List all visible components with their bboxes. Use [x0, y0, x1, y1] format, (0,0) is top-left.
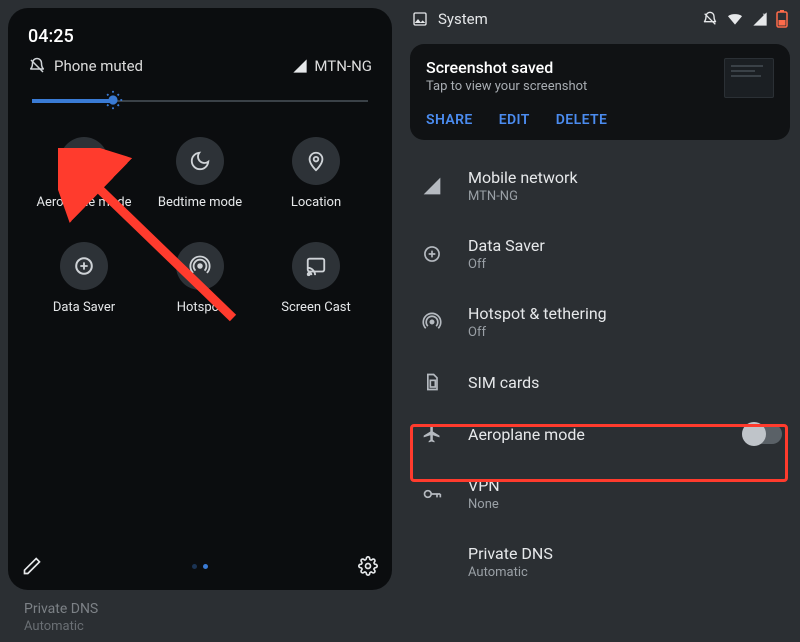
cast-icon: [305, 255, 327, 277]
tile-label: Aeroplane mode: [37, 195, 132, 210]
row-label: Mobile network: [468, 168, 782, 187]
row-data-saver[interactable]: Data Saver Off: [400, 220, 800, 288]
row-sub: Off: [468, 257, 782, 272]
plane-icon: [418, 424, 446, 444]
row-aeroplane-mode[interactable]: Aeroplane mode: [400, 408, 800, 460]
moon-icon: [189, 150, 211, 172]
wifi-icon: [726, 12, 744, 26]
notif-title: Screenshot saved: [426, 58, 587, 77]
row-label: Aeroplane mode: [468, 425, 720, 444]
picture-icon: [412, 11, 428, 27]
screenshot-notification[interactable]: Screenshot saved Tap to view your screen…: [410, 44, 790, 140]
screenshot-thumbnail[interactable]: [724, 58, 774, 98]
tile-screen-cast[interactable]: Screen Cast: [258, 242, 374, 315]
notif-subtitle: Tap to view your screenshot: [426, 79, 587, 94]
signal-icon: [292, 58, 308, 74]
tile-label: Hotspot: [177, 300, 224, 315]
settings-icon[interactable]: [358, 556, 378, 576]
brightness-slider[interactable]: [32, 87, 368, 115]
background-row-peek: Private DNS Automatic: [24, 600, 98, 636]
datasaver-icon: [418, 244, 446, 264]
row-sub: Off: [468, 325, 782, 340]
hotspot-icon: [418, 312, 446, 332]
row-sub: Automatic: [468, 565, 782, 580]
battery-icon: [776, 10, 788, 28]
row-sub: None: [468, 497, 782, 512]
svg-text:x: x: [763, 12, 766, 19]
carrier-label: MTN-NG: [314, 57, 372, 75]
vpn-icon: [418, 484, 446, 504]
tile-location[interactable]: Location: [258, 137, 374, 210]
settings-panel: System x Screenshot saved Tap to view yo…: [400, 0, 800, 642]
qs-tiles: Aeroplane mode Bedtime mode Location Dat…: [22, 137, 378, 315]
row-label: VPN: [468, 476, 782, 495]
row-sub: MTN-NG: [468, 189, 782, 204]
sim-icon: [418, 372, 446, 392]
peek-sub: Automatic: [24, 618, 98, 636]
tile-bedtime-mode[interactable]: Bedtime mode: [142, 137, 258, 210]
mute-icon: [28, 57, 46, 75]
system-label: System: [438, 10, 488, 28]
settings-list: Mobile network MTN-NG Data Saver Off Hotsp…: [400, 152, 800, 596]
row-hotspot[interactable]: Hotspot & tethering Off: [400, 288, 800, 356]
qs-card: 04:25 Phone muted MTN-NG: [8, 8, 392, 590]
row-label: SIM cards: [468, 373, 782, 392]
quick-settings-panel: 04:25 Phone muted MTN-NG: [0, 0, 400, 642]
delete-button[interactable]: DELETE: [556, 112, 608, 128]
page-indicator: [192, 564, 208, 569]
row-sim-cards[interactable]: SIM cards: [400, 356, 800, 408]
row-label: Private DNS: [468, 544, 782, 563]
tile-data-saver[interactable]: Data Saver: [26, 242, 142, 315]
row-label: Data Saver: [468, 236, 782, 255]
row-label: Hotspot & tethering: [468, 304, 782, 323]
mute-label: Phone muted: [54, 57, 143, 75]
signal-x-icon: x: [752, 11, 768, 27]
row-private-dns[interactable]: Private DNS Automatic: [400, 528, 800, 596]
location-icon: [305, 150, 327, 172]
peek-label: Private DNS: [24, 600, 98, 619]
status-bar-right: System x: [400, 0, 800, 36]
slider-thumb-icon[interactable]: [102, 89, 124, 111]
tile-label: Data Saver: [53, 300, 115, 315]
share-button[interactable]: SHARE: [426, 112, 473, 128]
hotspot-icon: [189, 255, 211, 277]
status-row: Phone muted MTN-NG: [22, 57, 378, 87]
edit-button[interactable]: EDIT: [499, 112, 530, 128]
signal-icon: [418, 176, 446, 196]
edit-icon[interactable]: [22, 556, 42, 576]
aeroplane-toggle[interactable]: [742, 424, 782, 444]
row-vpn[interactable]: VPN None: [400, 460, 800, 528]
tile-hotspot[interactable]: Hotspot: [142, 242, 258, 315]
tile-label: Bedtime mode: [158, 195, 242, 210]
tile-label: Screen Cast: [281, 300, 351, 315]
status-time: 04:25: [22, 22, 378, 57]
datasaver-icon: [73, 255, 95, 277]
tile-label: Location: [291, 195, 341, 210]
row-mobile-network[interactable]: Mobile network MTN-NG: [400, 152, 800, 220]
dnd-icon: [702, 11, 718, 27]
plane-icon: [73, 150, 95, 172]
tile-aeroplane-mode[interactable]: Aeroplane mode: [26, 137, 142, 210]
